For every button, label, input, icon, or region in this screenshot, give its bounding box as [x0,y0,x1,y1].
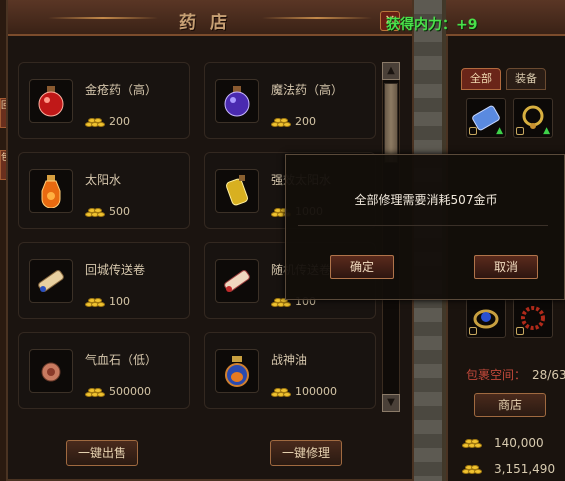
item-price-value: 200 [295,115,316,128]
item-name: 气血石（低） [85,353,158,367]
bag-slot[interactable]: ▲ [513,98,553,138]
item-name: 太阳水 [85,173,122,187]
purple-potion-icon [224,86,250,117]
gold-value: 140,000 [494,436,544,450]
item-name: 战神油 [271,353,308,367]
gold-coin-icon [462,437,482,449]
shop-item[interactable]: 回城传送卷 100 [18,242,190,319]
scroll-up-button[interactable]: ▲ [382,62,400,80]
gold-coin-icon [271,116,291,128]
lock-icon [516,327,524,335]
item-price: 100 [85,295,130,308]
dialog-divider [298,225,548,226]
shop-item[interactable]: 金疮药（高） 200 [18,62,190,139]
item-price-value: 100 [109,295,130,308]
confirm-button[interactable]: 确定 [330,255,394,279]
item-price: 200 [85,115,130,128]
item-price-value: 100000 [295,385,337,398]
tab-all[interactable]: 全部 [461,68,501,90]
scroll-thumb[interactable] [384,83,398,163]
bag-shop-button[interactable]: 商店 [474,393,546,417]
item-price-value: 500000 [109,385,151,398]
gold-coin-icon [271,386,291,398]
bag-space-indicator: 包裹空间： 28/63 [466,366,565,383]
lock-icon [516,127,524,135]
orange-potion-icon [41,175,61,208]
item-slot [215,169,259,213]
yellow-bottle-icon [226,175,248,206]
shop-item[interactable]: 太阳水 500 [18,152,190,229]
repair-confirm-dialog: 全部修理需要消耗507金币 确定 取消 [285,154,565,300]
shop-item[interactable]: 魔法药（高） 200 [204,62,376,139]
triangle-up-icon: ▲ [387,65,395,76]
triangle-down-icon: ▼ [387,397,395,408]
gain-notification: 获得内力：+9 [386,17,478,33]
item-name: 金疮药（高） [85,83,158,97]
bound-gold-amount: 3,151,490 [462,462,555,476]
bag-slot[interactable] [466,298,506,338]
item-price-value: 200 [109,115,130,128]
item-slot [29,79,73,123]
item-slot [29,169,73,213]
shop-item[interactable]: 战神油 100000 [204,332,376,409]
item-price: 100000 [271,385,337,398]
item-price: 200 [271,115,316,128]
stone-icon [41,362,61,382]
gold-coin-icon [85,116,105,128]
shop-title: 药店 [179,13,241,33]
bag-space-value: 28/63 [532,368,565,382]
shop-title-bar: 药店 [8,0,412,36]
red-scroll-icon [224,270,250,292]
bag-slot[interactable] [513,298,553,338]
cancel-button[interactable]: 取消 [474,255,538,279]
item-price: 500 [85,205,130,218]
bag-space-label: 包裹空间： [466,368,527,382]
item-slot [215,349,259,393]
bound-gold-value: 3,151,490 [494,462,556,476]
item-name: 魔法药（高） [271,83,344,97]
item-slot [29,259,73,303]
scroll-icon [38,270,64,292]
scroll-down-button[interactable]: ▼ [382,394,400,412]
item-price: 500000 [85,385,151,398]
item-name: 回城传送卷 [85,263,146,277]
item-slot [215,259,259,303]
gold-coin-icon [85,296,105,308]
bag-slot[interactable]: ▲ [466,98,506,138]
item-slot [29,349,73,393]
sell-all-button[interactable]: 一键出售 [66,440,138,466]
upgrade-arrow-icon: ▲ [496,126,503,136]
shop-item[interactable]: 气血石（低） 500000 [18,332,190,409]
lock-icon [469,327,477,335]
lock-icon [469,127,477,135]
oil-jar-icon [225,356,249,387]
bound-gold-coin-icon [462,463,482,475]
repair-all-button[interactable]: 一键修理 [270,440,342,466]
gold-coin-icon [85,206,105,218]
red-potion-icon [38,86,64,117]
upgrade-arrow-icon: ▲ [543,126,550,136]
gold-amount: 140,000 [462,436,544,450]
gold-coin-icon [85,386,105,398]
tab-equipment[interactable]: 装备 [506,68,546,90]
item-price-value: 500 [109,205,130,218]
item-slot [215,79,259,123]
dialog-message: 全部修理需要消耗507金币 [354,193,498,207]
